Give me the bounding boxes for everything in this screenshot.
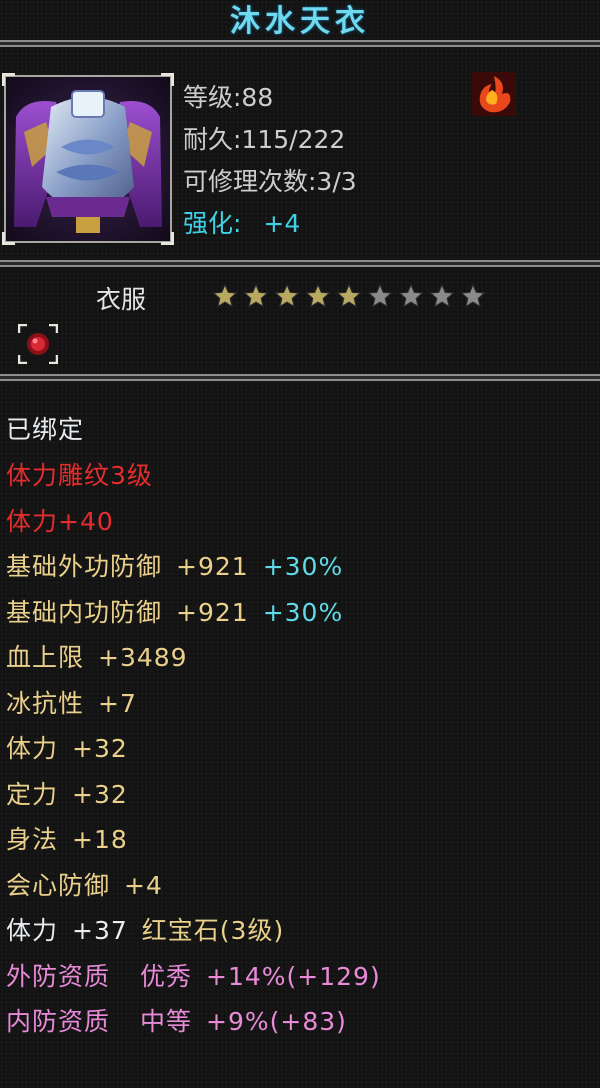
stat-label: 血上限 (6, 643, 85, 672)
stat-value: +921 (176, 598, 249, 627)
stat-hp: 血上限 +3489 (6, 638, 188, 674)
star-filled-icon (336, 283, 362, 308)
stat-label: 身法 (6, 825, 59, 854)
divider-top (0, 40, 600, 47)
stat-percent: +30% (262, 552, 344, 581)
item-type: 衣服 (96, 285, 147, 314)
item-repairs: 可修理次数:3/3 (183, 167, 357, 196)
quality-grade: 优秀 (140, 962, 193, 991)
star-filled-icon (274, 283, 300, 308)
stat-label: 定力 (6, 780, 59, 809)
stat-value: +32 (72, 780, 128, 809)
stat-agility: 身法 +18 (6, 820, 128, 856)
stat-label: 内防资质 (6, 1007, 111, 1036)
stat-value: +9%(+83) (206, 1007, 347, 1036)
stat-crit-def: 会心防御 +4 (6, 866, 163, 902)
star-filled-icon (305, 283, 331, 308)
armor-robe-icon (6, 77, 170, 241)
bound-status: 已绑定 (6, 415, 85, 444)
star-empty-icon (398, 283, 424, 308)
stat-label: 会心防御 (6, 871, 111, 900)
star-filled-icon (243, 283, 269, 308)
stat-label: 体力 (6, 734, 59, 763)
divider-middle (0, 260, 600, 267)
frame-corner (161, 73, 174, 86)
stat-phys-def: 基础外功防御 +921 +30% (6, 547, 343, 583)
star-filled-icon (212, 283, 238, 308)
item-enhance: 强化: +4 (183, 204, 300, 240)
fire-element-icon (472, 72, 516, 116)
engrave-bonus: 体力+40 (6, 507, 114, 536)
ruby-gem-slot-icon[interactable] (18, 324, 58, 364)
stat-value: +4 (124, 871, 163, 900)
gem-name: 红宝石(3级) (141, 916, 285, 945)
star-empty-icon (367, 283, 393, 308)
stat-gem: 体力 +37 红宝石(3级) (6, 911, 284, 947)
stat-stamina: 体力 +32 (6, 729, 128, 765)
stat-percent: +30% (262, 598, 344, 627)
stat-value: +32 (72, 734, 128, 763)
star-empty-icon (460, 283, 486, 308)
stat-value: +18 (72, 825, 128, 854)
stat-value: +37 (72, 916, 128, 945)
stat-inner-def: 基础内功防御 +921 +30% (6, 593, 343, 629)
enhance-value: +4 (263, 209, 301, 238)
stat-value: +3489 (98, 643, 188, 672)
stat-label: 基础内功防御 (6, 598, 163, 627)
stat-label: 冰抗性 (6, 689, 85, 718)
frame-corner (161, 232, 174, 245)
item-name: 沐水天衣 (230, 4, 370, 39)
engrave-level: 体力雕纹3级 (6, 461, 153, 490)
stat-label: 外防资质 (6, 962, 111, 991)
stat-label: 基础外功防御 (6, 552, 163, 581)
frame-corner (2, 232, 15, 245)
stat-focus: 定力 +32 (6, 775, 128, 811)
stat-outer-quality: 外防资质 优秀 +14%(+129) (6, 957, 381, 993)
stat-inner-quality: 内防资质 中等 +9%(+83) (6, 1002, 347, 1038)
item-level: 等级:88 (183, 83, 274, 112)
star-empty-icon (429, 283, 455, 308)
stat-label: 体力 (6, 916, 59, 945)
item-icon-frame[interactable] (2, 73, 174, 245)
quality-grade: 中等 (140, 1007, 193, 1036)
stat-value: +7 (98, 689, 137, 718)
stat-ice-res: 冰抗性 +7 (6, 684, 137, 720)
divider-bottom (0, 374, 600, 381)
item-durability: 耐久:115/222 (183, 125, 346, 154)
enhance-label: 强化: (183, 209, 242, 238)
stat-value: +14%(+129) (206, 962, 381, 991)
frame-corner (2, 73, 15, 86)
stat-value: +921 (176, 552, 249, 581)
